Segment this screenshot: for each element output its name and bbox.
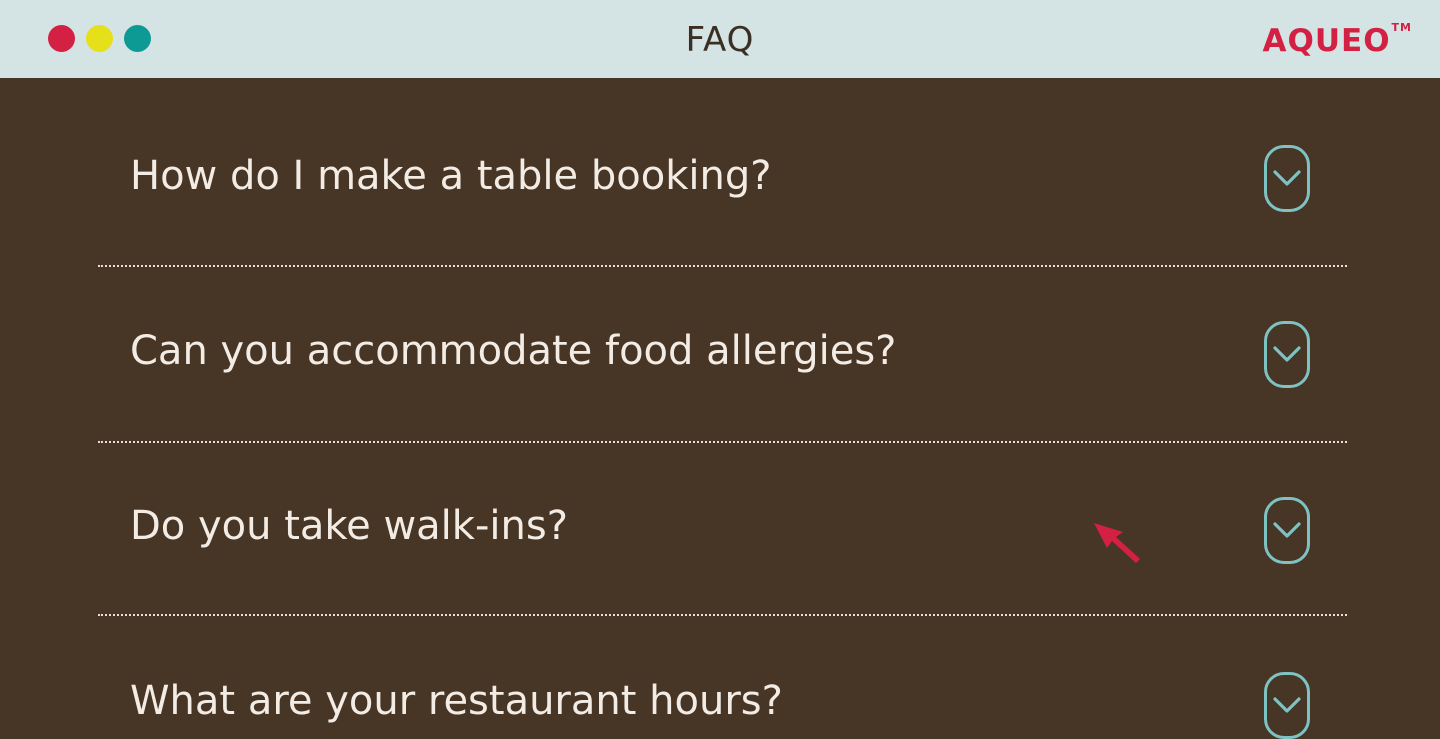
brand-logo[interactable]: AQUEOTM xyxy=(1263,21,1413,61)
chevron-down-icon xyxy=(1273,346,1301,362)
faq-question[interactable]: How do I make a table booking? xyxy=(130,152,771,200)
page-title: FAQ xyxy=(685,20,755,60)
faq-item[interactable]: Can you accommodate food allergies? xyxy=(98,267,1347,443)
faq-item[interactable]: How do I make a table booking? xyxy=(98,78,1347,267)
expand-toggle-button[interactable] xyxy=(1264,321,1310,388)
faq-item[interactable]: What are your restaurant hours? xyxy=(98,616,1347,739)
mouse-cursor-icon xyxy=(1094,523,1140,563)
title-bar: FAQ AQUEOTM xyxy=(0,0,1440,78)
logo-text: AQUEO xyxy=(1262,23,1391,59)
trademark-mark: TM xyxy=(1391,21,1412,34)
faq-list: How do I make a table booking? Can you a… xyxy=(98,78,1347,739)
expand-toggle-button[interactable] xyxy=(1264,145,1310,212)
chevron-down-icon xyxy=(1273,697,1301,713)
faq-question[interactable]: What are your restaurant hours? xyxy=(130,677,783,725)
expand-toggle-button[interactable] xyxy=(1264,497,1310,564)
chevron-down-icon xyxy=(1273,170,1301,186)
faq-question[interactable]: Do you take walk-ins? xyxy=(130,502,568,550)
faq-question[interactable]: Can you accommodate food allergies? xyxy=(130,327,896,375)
chevron-down-icon xyxy=(1273,522,1301,538)
faq-item[interactable]: Do you take walk-ins? xyxy=(98,442,1347,616)
expand-toggle-button[interactable] xyxy=(1264,672,1310,739)
